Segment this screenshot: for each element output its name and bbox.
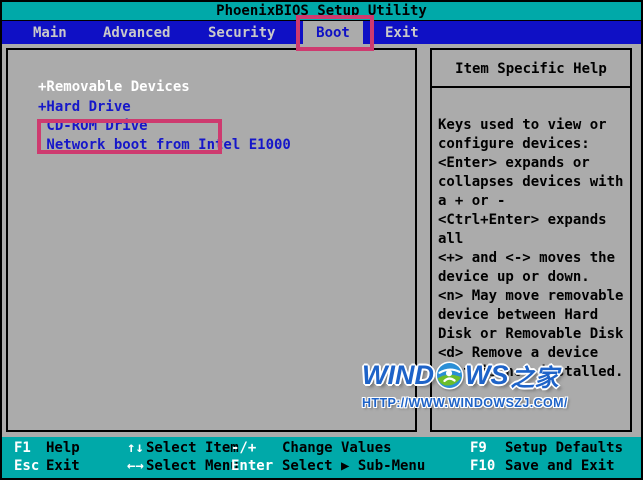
help-line: device between Hard [438,307,599,323]
hint-select-submenu: Select ▶ Sub-Menu [282,458,426,474]
key-f1: F1 [14,440,31,456]
help-line: Keys used to view or [438,117,607,133]
help-line: a + or - [438,193,506,209]
help-line: <+> and <-> moves the [438,250,616,266]
key-leftright-arrows: ←→ [127,458,144,474]
boot-item-hard-drive[interactable]: +Hard Drive [38,99,131,115]
tab-exit[interactable]: Exit [385,21,419,44]
watermark-url: HTTP://WWW.WINDOWSZJ.COM/ [362,396,568,410]
watermark-logo: WIND WS 之家 [362,358,568,393]
hint-setup-defaults: Setup Defaults [505,440,624,456]
watermark-logo-cjk: 之家 [510,365,559,392]
tab-main[interactable]: Main [33,21,67,44]
help-line: <Ctrl+Enter> expands [438,212,607,228]
key-f9: F9 [470,440,487,456]
hint-save-and-exit: Save and Exit [505,458,615,474]
help-panel-title: Item Specific Help [432,50,630,88]
globe-icon [435,361,464,390]
annotation-box-removable-devices [37,119,222,154]
watermark: WIND WS 之家 HTTP://WWW.WINDOWSZJ.COM/ [362,358,568,410]
help-panel-body: Keys used to view or configure devices: … [432,88,630,382]
hint-exit: Exit [46,458,80,474]
hint-select-item: Select Item [146,440,239,456]
help-line: Disk or Removable Disk [438,326,624,342]
hint-select-menu: Select Menu [146,458,239,474]
watermark-logo-suffix: WS [464,360,509,390]
help-line: <Enter> expands or [438,155,590,171]
tab-security[interactable]: Security [208,21,275,44]
hint-help: Help [46,440,80,456]
boot-order-panel: +Removable Devices +Hard Drive CD-ROM Dr… [6,48,417,432]
hint-change-values: Change Values [282,440,392,456]
annotation-box-boot-tab [296,15,374,51]
watermark-logo-prefix: WIND [362,360,434,390]
bios-setup-screen: PhoenixBIOS Setup Utility Main Advanced … [0,0,643,480]
boot-item-removable-devices[interactable]: +Removable Devices [38,79,190,95]
key-hint-bar: F1 Help ↑↓ Select Item -/+ Change Values… [2,437,641,478]
help-line: all [438,231,464,247]
help-line: device up or down. [438,269,590,285]
tab-advanced[interactable]: Advanced [103,21,170,44]
key-enter: Enter [231,458,274,474]
key-f10: F10 [470,458,496,474]
help-line: <n> May move removable [438,288,624,304]
key-updown-arrows: ↑↓ [127,440,144,456]
help-line: collapses devices with [438,174,624,190]
key-minus-plus: -/+ [231,440,257,456]
help-line: configure devices: [438,136,590,152]
key-esc: Esc [14,458,40,474]
